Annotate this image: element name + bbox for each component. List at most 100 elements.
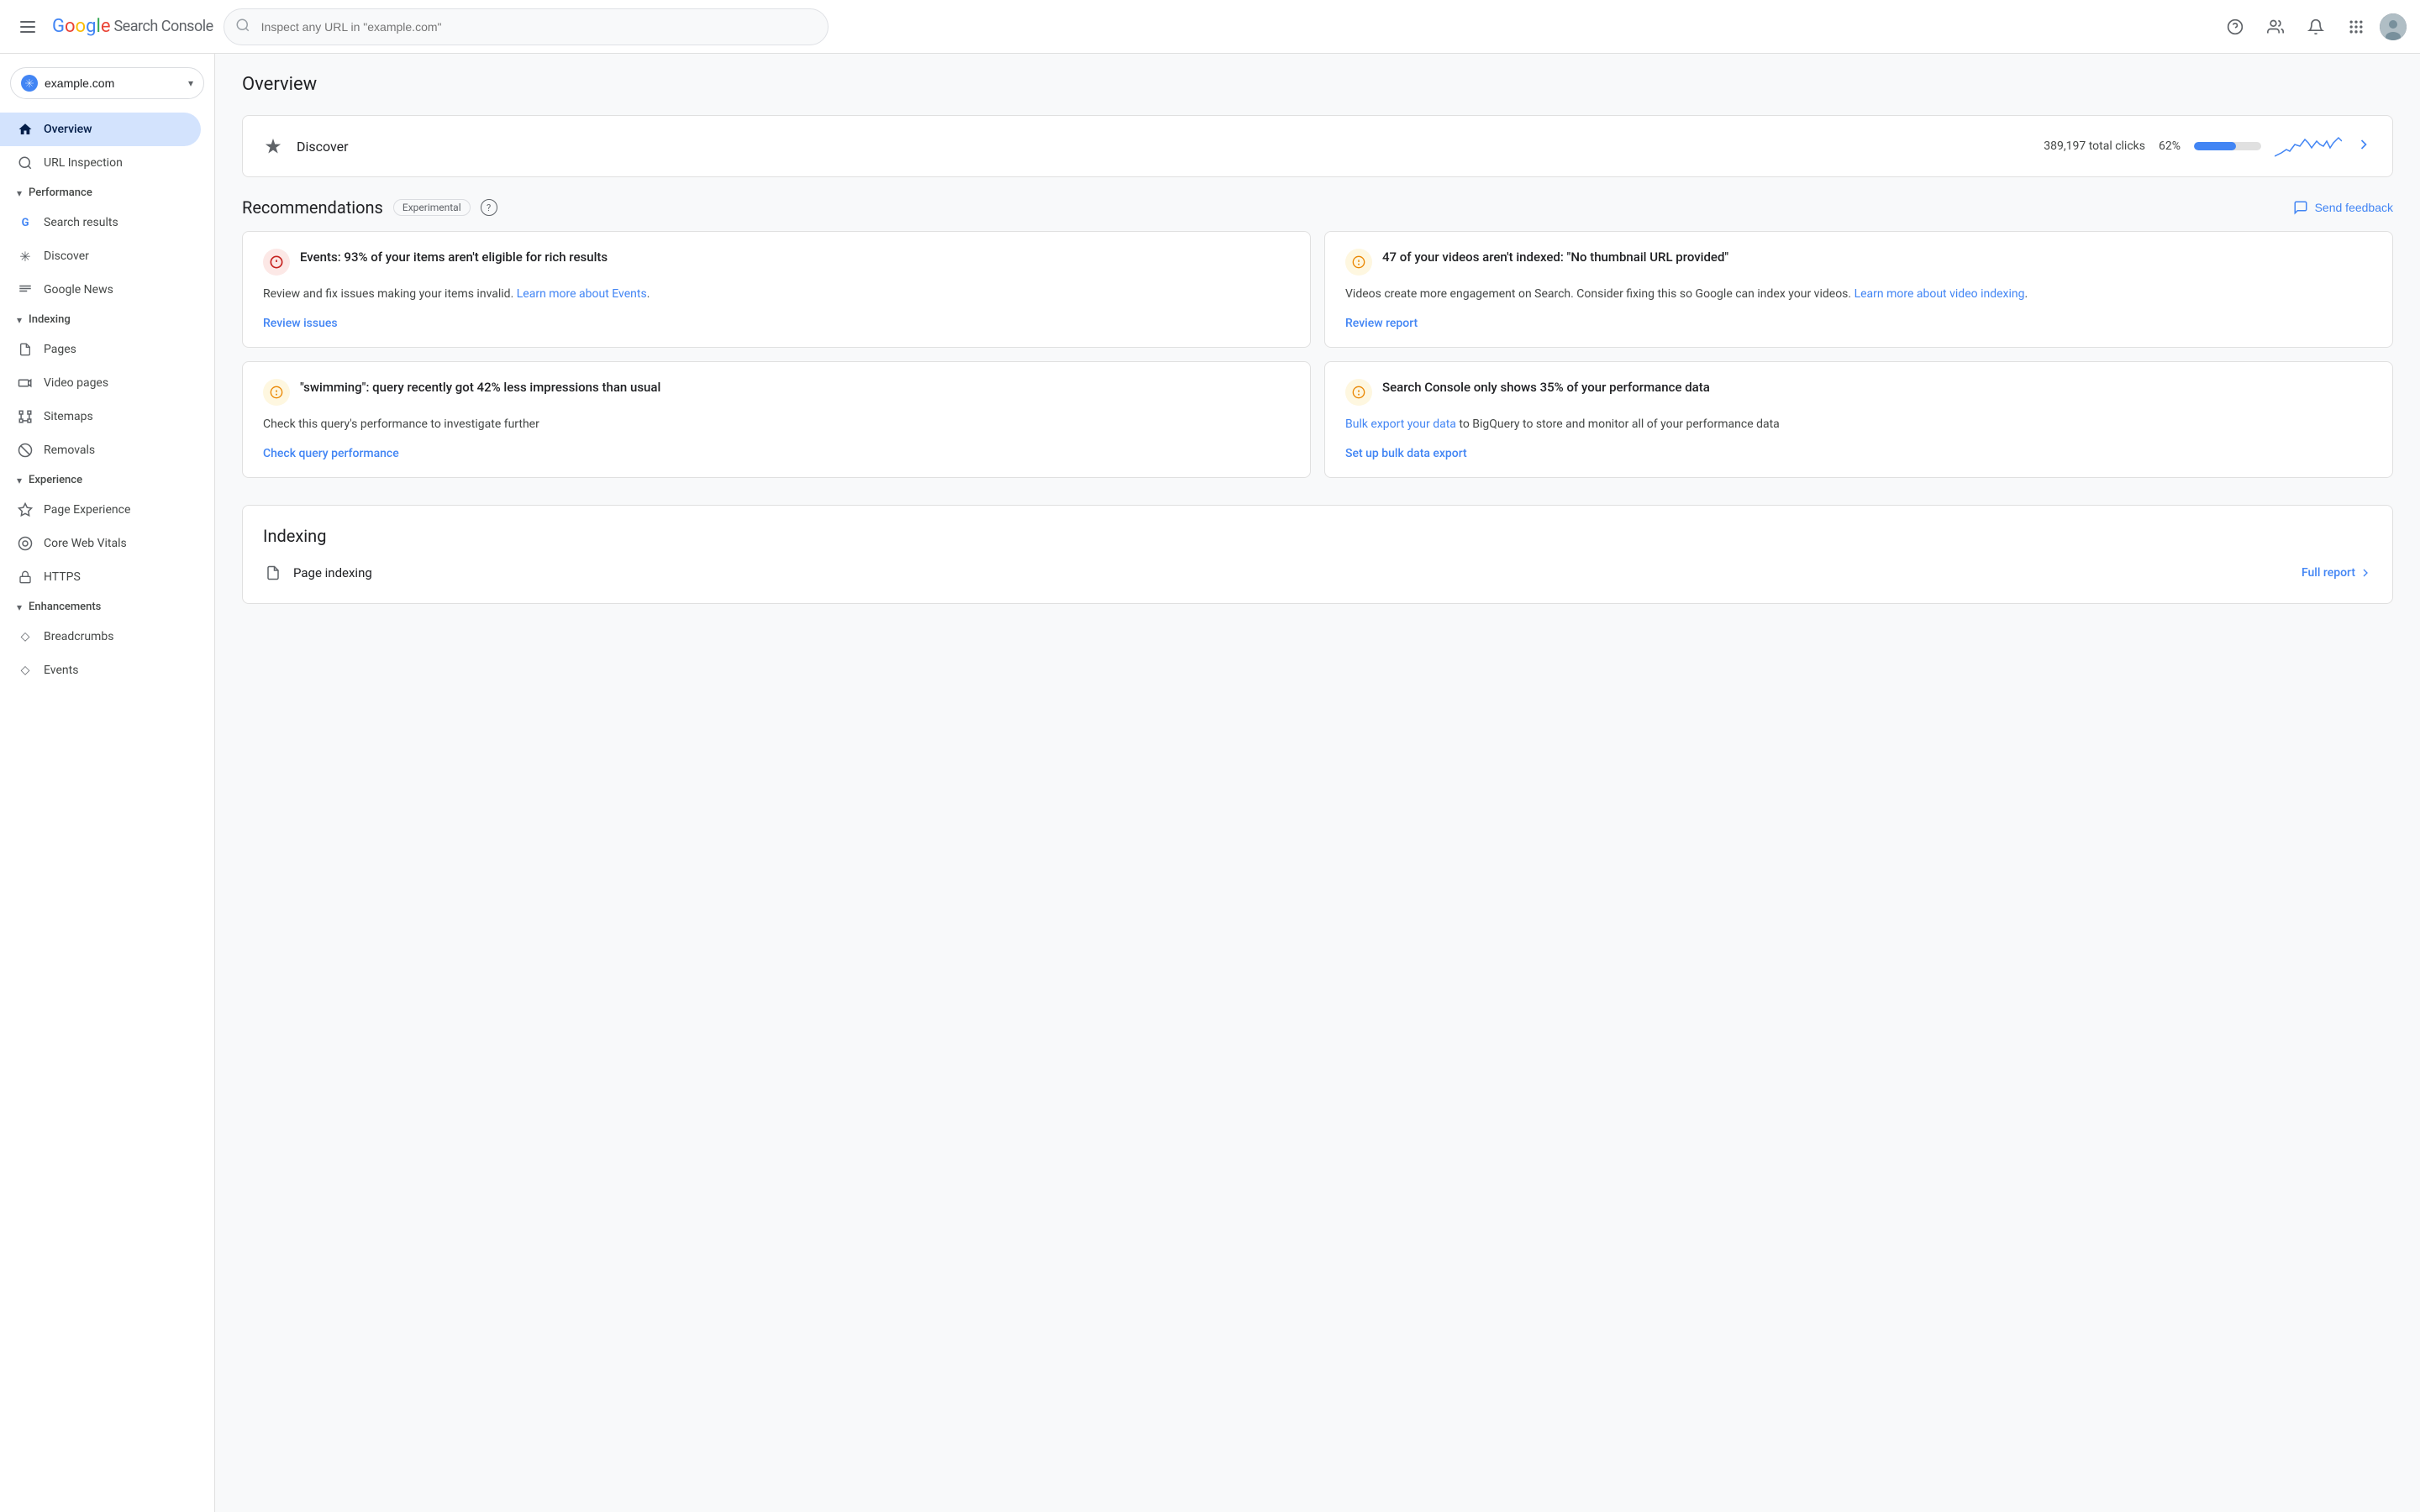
section-collapse-icon: ▾	[17, 601, 22, 613]
search-icon	[235, 18, 250, 36]
send-feedback-button[interactable]: Send feedback	[2293, 200, 2393, 215]
page-indexing-label: Page indexing	[293, 565, 2291, 580]
section-label: Enhancements	[29, 601, 101, 613]
google-icon: G	[17, 214, 34, 231]
section-collapse-icon: ▾	[17, 187, 22, 199]
property-button[interactable]: example.com ▾	[10, 67, 204, 99]
sidebar-item-sitemaps[interactable]: Sitemaps	[0, 400, 201, 433]
people-button[interactable]	[2259, 10, 2292, 44]
rec-card-swimming: "swimming": query recently got 42% less …	[242, 361, 1311, 478]
discover-total-clicks: 389,197 total clicks	[2044, 139, 2145, 153]
discover-progress-bar	[2194, 142, 2261, 150]
discover-icon: ✳	[17, 248, 34, 265]
app-name: Search Console	[113, 18, 213, 35]
rec-card-title: "swimming": query recently got 42% less …	[300, 379, 660, 396]
https-icon	[17, 569, 34, 585]
warn-icon	[1345, 379, 1372, 406]
warn-icon	[263, 379, 290, 406]
discover-card: Discover 389,197 total clicks 62%	[242, 115, 2393, 177]
avatar[interactable]	[2380, 13, 2407, 40]
discover-chevron-right[interactable]	[2355, 136, 2372, 157]
rec-card-header: Events: 93% of your items aren't eligibl…	[263, 249, 1290, 276]
sidebar-item-video-pages[interactable]: Video pages	[0, 366, 201, 400]
sidebar-item-label: Events	[44, 664, 78, 677]
send-feedback-label: Send feedback	[2315, 201, 2393, 214]
core-web-vitals-icon	[17, 535, 34, 552]
removals-icon	[17, 442, 34, 459]
sidebar-item-events[interactable]: ◇ Events	[0, 654, 201, 687]
sidebar-item-core-web-vitals[interactable]: Core Web Vitals	[0, 527, 201, 560]
sidebar-item-search-results[interactable]: G Search results	[0, 206, 201, 239]
sidebar-item-label: URL Inspection	[44, 156, 123, 170]
rec-card-body: Videos create more engagement on Search.…	[1345, 286, 2372, 303]
property-selector: example.com ▾	[10, 67, 204, 99]
section-collapse-icon: ▾	[17, 314, 22, 326]
section-title-wrap: Recommendations Experimental ?	[242, 197, 497, 218]
discover-label: Discover	[297, 139, 2030, 155]
full-report-link[interactable]: Full report	[2302, 566, 2372, 580]
google-news-icon	[17, 281, 34, 298]
warn-icon	[1345, 249, 1372, 276]
home-icon	[17, 121, 34, 138]
indexing-title: Indexing	[263, 526, 2372, 546]
rec-card-header: 47 of your videos aren't indexed: "No th…	[1345, 249, 2372, 276]
sidebar: example.com ▾ Overview URL Inspection	[0, 54, 215, 1512]
review-report-link[interactable]: Review report	[1345, 317, 1418, 330]
sidebar-item-breadcrumbs[interactable]: ◇ Breadcrumbs	[0, 620, 201, 654]
rec-card-header: Search Console only shows 35% of your pe…	[1345, 379, 2372, 406]
rec-card-title: Search Console only shows 35% of your pe…	[1382, 379, 1710, 396]
review-issues-link[interactable]: Review issues	[263, 317, 338, 330]
sidebar-item-pages[interactable]: Pages	[0, 333, 201, 366]
indexing-row: Page indexing Full report	[263, 563, 2372, 583]
sidebar-item-overview[interactable]: Overview	[0, 113, 201, 146]
logo-g2: g	[86, 16, 96, 37]
experience-section-header[interactable]: ▾ Experience	[0, 467, 214, 493]
menu-button[interactable]	[13, 13, 42, 41]
enhancements-section-header[interactable]: ▾ Enhancements	[0, 594, 214, 620]
sidebar-item-page-experience[interactable]: Page Experience	[0, 493, 201, 527]
help-button[interactable]	[2218, 10, 2252, 44]
check-query-link[interactable]: Check query performance	[263, 447, 399, 460]
sidebar-item-url-inspection[interactable]: URL Inspection	[0, 146, 201, 180]
discover-sparkline	[2275, 133, 2342, 160]
sidebar-item-removals[interactable]: Removals	[0, 433, 201, 467]
rec-card-link[interactable]: Learn more about video indexing	[1854, 287, 2025, 301]
indexing-section-header[interactable]: ▾ Indexing	[0, 307, 214, 333]
sidebar-item-discover[interactable]: ✳ Discover	[0, 239, 201, 273]
discover-stats: 389,197 total clicks 62%	[2044, 133, 2342, 160]
help-icon[interactable]: ?	[481, 199, 497, 216]
property-name: example.com	[45, 76, 182, 90]
sitemaps-icon	[17, 408, 34, 425]
pages-icon	[17, 341, 34, 358]
url-search-icon	[17, 155, 34, 171]
sidebar-item-label: Page Experience	[44, 503, 130, 517]
logo-o1: o	[65, 16, 76, 37]
indexing-section: Indexing Page indexing Full report	[242, 505, 2393, 604]
sidebar-item-https[interactable]: HTTPS	[0, 560, 201, 594]
rec-card-body: Review and fix issues making your items …	[263, 286, 1290, 303]
section-label: Indexing	[29, 313, 71, 326]
rec-card-videos: 47 of your videos aren't indexed: "No th…	[1324, 231, 2393, 348]
sidebar-item-label: Overview	[44, 123, 92, 136]
search-bar	[224, 8, 829, 45]
page-experience-icon	[17, 501, 34, 518]
sidebar-item-label: Pages	[44, 343, 76, 356]
bulk-export-link[interactable]: Bulk export your data	[1345, 417, 1456, 431]
chevron-down-icon: ▾	[188, 77, 193, 89]
notifications-button[interactable]	[2299, 10, 2333, 44]
apps-button[interactable]	[2339, 10, 2373, 44]
set-up-bulk-export-link[interactable]: Set up bulk data export	[1345, 447, 1467, 460]
rec-card-link[interactable]: Learn more about Events	[517, 287, 647, 301]
sidebar-item-google-news[interactable]: Google News	[0, 273, 201, 307]
sidebar-item-label: Discover	[44, 249, 89, 263]
progress-fill	[2194, 142, 2236, 150]
sidebar-item-label: Sitemaps	[44, 410, 93, 423]
sidebar-item-label: HTTPS	[44, 570, 81, 584]
sidebar-item-label: Core Web Vitals	[44, 537, 127, 550]
topbar-actions	[2218, 10, 2407, 44]
rec-card-title: 47 of your videos aren't indexed: "No th…	[1382, 249, 1728, 266]
rec-card-header: "swimming": query recently got 42% less …	[263, 379, 1290, 406]
url-inspect-input[interactable]	[224, 8, 829, 45]
performance-section-header[interactable]: ▾ Performance	[0, 180, 214, 206]
logo-o2: o	[76, 16, 87, 37]
